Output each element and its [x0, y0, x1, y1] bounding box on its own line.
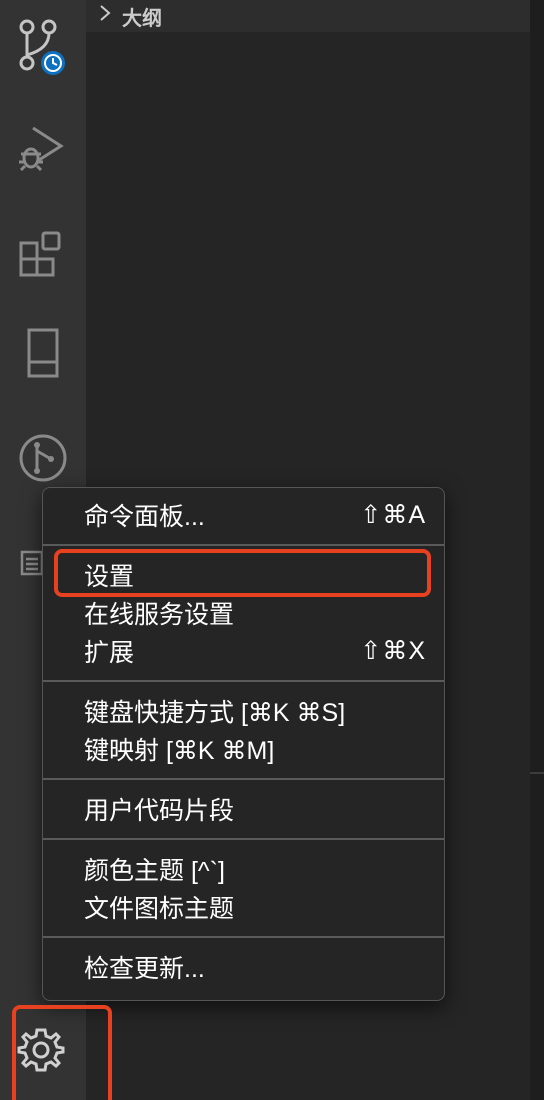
menu-item-user-snippets[interactable]: 用户代码片段	[43, 790, 444, 828]
menu-item-label: 颜色主题 [^`]	[84, 857, 225, 885]
menu-item-label: 键盘快捷方式 [⌘K ⌘S]	[84, 699, 346, 727]
menu-item-label: 键映射 [⌘K ⌘M]	[84, 737, 275, 765]
source-control-icon[interactable]	[0, 0, 86, 90]
divider	[530, 772, 544, 774]
menu-item-extensions[interactable]: 扩展 ⇧⌘X	[43, 632, 444, 670]
outline-section-header[interactable]: 大纲	[86, 0, 530, 32]
menu-item-shortcut: ⇧⌘A	[360, 501, 426, 529]
remote-explorer-icon[interactable]	[0, 308, 86, 398]
menu-item-command-palette[interactable]: 命令面板... ⇧⌘A	[43, 496, 444, 534]
menu-separator	[43, 778, 444, 780]
settings-highlight-annotation	[54, 549, 431, 597]
editor-area	[530, 0, 544, 1100]
menu-item-file-icon-theme[interactable]: 文件图标主题	[43, 888, 444, 926]
menu-separator	[43, 680, 444, 682]
menu-item-label: 命令面板...	[84, 503, 205, 531]
menu-item-check-for-updates[interactable]: 检查更新...	[43, 948, 444, 986]
menu-item-color-theme[interactable]: 颜色主题 [^`]	[43, 850, 444, 888]
run-debug-icon[interactable]	[0, 100, 86, 190]
gear-highlight-annotation	[12, 1005, 112, 1100]
menu-separator	[43, 838, 444, 840]
menu-item-keymaps[interactable]: 键映射 [⌘K ⌘M]	[43, 730, 444, 768]
menu-item-label: 检查更新...	[84, 955, 205, 983]
menu-separator	[43, 936, 444, 938]
menu-item-label: 扩展	[84, 639, 135, 667]
menu-item-label: 用户代码片段	[84, 797, 235, 825]
extensions-icon[interactable]	[0, 205, 86, 295]
menu-separator	[43, 544, 444, 546]
menu-item-label: 在线服务设置	[84, 601, 235, 629]
menu-item-keyboard-shortcuts[interactable]: 键盘快捷方式 [⌘K ⌘S]	[43, 692, 444, 730]
menu-item-online-services-settings[interactable]: 在线服务设置	[43, 594, 444, 632]
chevron-right-icon	[98, 4, 112, 28]
outline-section-title: 大纲	[122, 7, 162, 30]
menu-item-label: 文件图标主题	[84, 895, 235, 923]
menu-item-shortcut: ⇧⌘X	[360, 637, 426, 665]
